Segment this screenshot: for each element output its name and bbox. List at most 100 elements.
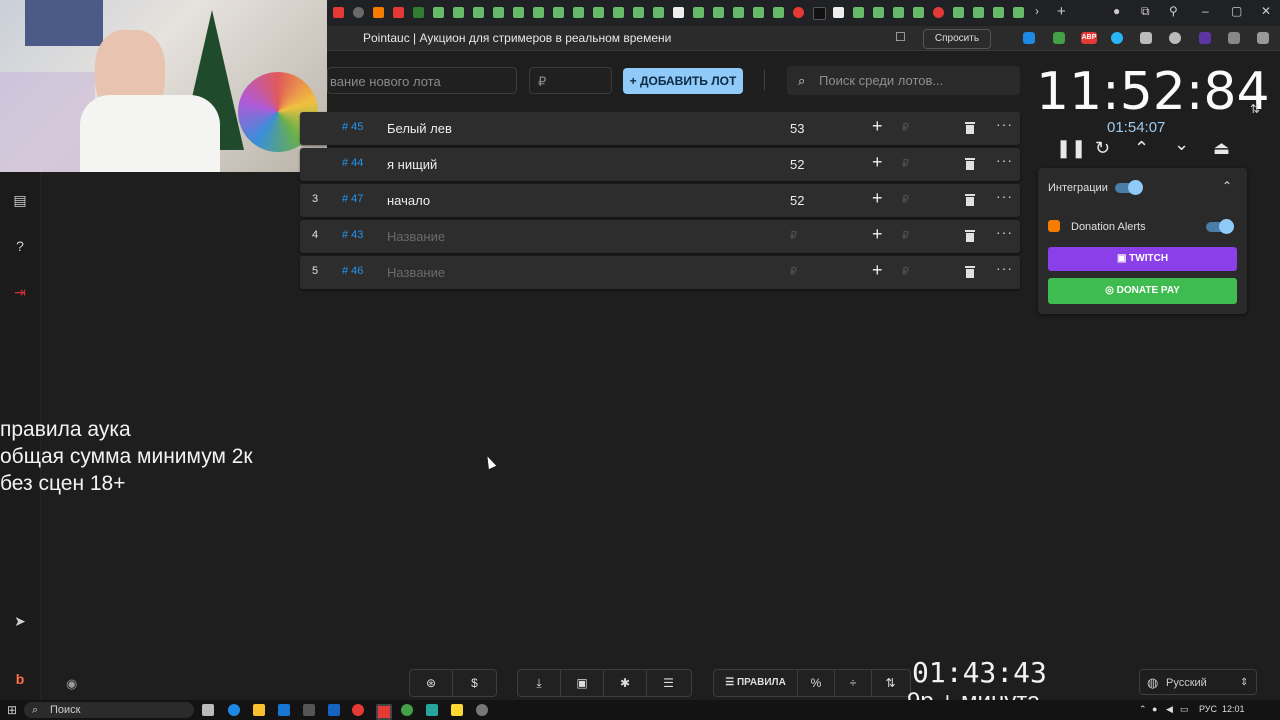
steam-icon[interactable] [328, 704, 340, 716]
extension-icon[interactable] [1169, 32, 1181, 44]
donation-tab-icon[interactable] [373, 7, 384, 18]
app-tab-icon[interactable] [853, 7, 864, 18]
percent-button[interactable]: % [798, 670, 835, 696]
share-icon[interactable] [1257, 32, 1269, 44]
app-tab-icon[interactable] [493, 7, 504, 18]
sheets-tab-icon[interactable] [413, 7, 424, 18]
more-options-icon[interactable]: ··· [996, 224, 1013, 240]
collections-icon[interactable]: ⧉ [1141, 4, 1150, 19]
obs-icon[interactable] [476, 704, 488, 716]
lot-name[interactable]: Название [387, 265, 445, 280]
trash-icon[interactable] [964, 264, 976, 278]
adblock-icon[interactable]: ABP [1081, 32, 1097, 44]
lot-id-tag[interactable]: # 43 [342, 229, 363, 241]
maximize-icon[interactable]: ▢ [1231, 4, 1242, 18]
amount-input-field[interactable]: ₽ [902, 265, 909, 278]
app-tab-icon[interactable] [913, 7, 924, 18]
rules-button[interactable]: ☰ ПРАВИЛА [714, 670, 798, 696]
document-tab-icon[interactable] [673, 7, 684, 18]
app-tab-icon[interactable] [613, 7, 624, 18]
mail-icon[interactable] [278, 704, 290, 716]
github-icon[interactable]: ⊛ [410, 670, 453, 696]
help-icon[interactable]: ? [10, 236, 30, 256]
youtube-tab-icon[interactable] [333, 7, 344, 18]
eject-icon[interactable]: ⏏ [1213, 138, 1230, 159]
app-icon[interactable] [451, 704, 463, 716]
app-tab-icon[interactable] [773, 7, 784, 18]
app-tab-icon[interactable] [513, 7, 524, 18]
document-tab-icon[interactable] [833, 7, 844, 18]
app-tab-icon[interactable] [753, 7, 764, 18]
twitch-button[interactable]: ▣ TWITCH [1048, 247, 1237, 271]
trash-icon[interactable] [964, 156, 976, 170]
media-icon[interactable]: ● [1113, 4, 1120, 18]
app-tab-icon[interactable] [453, 7, 464, 18]
tray-chevron-icon[interactable]: ⌃ [1139, 704, 1147, 715]
keyboard-language[interactable]: РУС [1199, 704, 1217, 714]
lot-name[interactable]: начало [387, 193, 430, 208]
more-options-icon[interactable]: ··· [996, 260, 1013, 276]
app-tab-icon[interactable] [813, 7, 826, 20]
store-icon[interactable] [303, 704, 315, 716]
clipboard-icon[interactable]: ▤ [10, 190, 30, 210]
extension-icon[interactable] [1023, 32, 1035, 44]
add-amount-icon[interactable]: + [872, 224, 883, 245]
more-options-icon[interactable]: ··· [996, 152, 1013, 168]
extension-icon[interactable] [1199, 32, 1211, 44]
logout-icon[interactable]: ⇥ [10, 282, 30, 302]
extensions-puzzle-icon[interactable] [1228, 32, 1240, 44]
split-icon[interactable]: ÷ [835, 670, 872, 696]
new-tab-plus-icon[interactable]: + [1057, 3, 1066, 20]
swap-icon[interactable]: ⇅ [1250, 102, 1260, 116]
network-icon[interactable]: ▭ [1180, 704, 1189, 715]
yandex-tab-icon[interactable] [933, 7, 944, 18]
trash-icon[interactable] [964, 120, 976, 134]
amount-input-field[interactable]: ₽ [902, 229, 909, 242]
collapse-icon[interactable]: ⌃ [1222, 179, 1232, 193]
chevron-right-icon[interactable]: › [1035, 4, 1039, 18]
trash-icon[interactable] [964, 192, 976, 206]
app-tab-icon[interactable] [893, 7, 904, 18]
yandex-icon[interactable] [352, 704, 364, 716]
app-tab-icon[interactable] [873, 7, 884, 18]
app-tab-icon[interactable] [973, 7, 984, 18]
volume-icon[interactable]: ◀ [1166, 704, 1173, 715]
lot-name-input[interactable]: вание нового лота [327, 67, 517, 94]
bookmark-icon[interactable]: ☐ [895, 30, 906, 44]
donation-alerts-toggle[interactable] [1206, 219, 1234, 234]
add-amount-icon[interactable]: + [872, 260, 883, 281]
donatepay-button[interactable]: ◎ DONATE PAY [1048, 278, 1237, 304]
sort-icon[interactable]: ⇅ [872, 670, 909, 696]
lot-name[interactable]: Название [387, 229, 445, 244]
minimize-icon[interactable]: – [1202, 4, 1209, 18]
yandex-browser-icon[interactable] [376, 704, 392, 720]
lot-amount[interactable]: ₽ [790, 229, 797, 242]
eye-icon[interactable]: ◉ [66, 676, 77, 692]
lot-id-tag[interactable]: # 47 [342, 193, 363, 205]
chevron-up-icon[interactable]: ⌃ [1134, 138, 1149, 159]
clear-list-icon[interactable]: ☰ [647, 670, 690, 696]
reset-icon[interactable]: ↻ [1095, 138, 1110, 159]
add-lot-button[interactable]: + ДОБАВИТЬ ЛОТ [623, 68, 743, 94]
lot-amount[interactable]: ₽ [790, 265, 797, 278]
trash-icon[interactable] [964, 228, 976, 242]
app-tab-icon[interactable] [653, 7, 664, 18]
lot-amount-input[interactable]: ₽ [529, 67, 612, 94]
lot-name[interactable]: я нищий [387, 157, 437, 172]
app-tab-icon[interactable] [633, 7, 644, 18]
app-tab-icon[interactable] [433, 7, 444, 18]
app-tab-icon[interactable] [693, 7, 704, 18]
app-tab-icon[interactable] [533, 7, 544, 18]
extension-icon[interactable] [1140, 32, 1152, 44]
save-icon[interactable]: ▣ [561, 670, 604, 696]
explorer-icon[interactable] [253, 704, 265, 716]
shield-extension-icon[interactable] [1053, 32, 1065, 44]
edge-icon[interactable] [228, 704, 240, 716]
lot-id-tag[interactable]: # 44 [342, 157, 363, 169]
lot-id-tag[interactable]: # 46 [342, 265, 363, 277]
chevron-down-icon[interactable]: ⌄ [1174, 134, 1189, 155]
app-tab-icon[interactable] [553, 7, 564, 18]
mic-icon[interactable]: ● [1152, 704, 1157, 714]
task-view-icon[interactable] [202, 704, 214, 716]
donate-dollar-icon[interactable]: $ [453, 670, 496, 696]
